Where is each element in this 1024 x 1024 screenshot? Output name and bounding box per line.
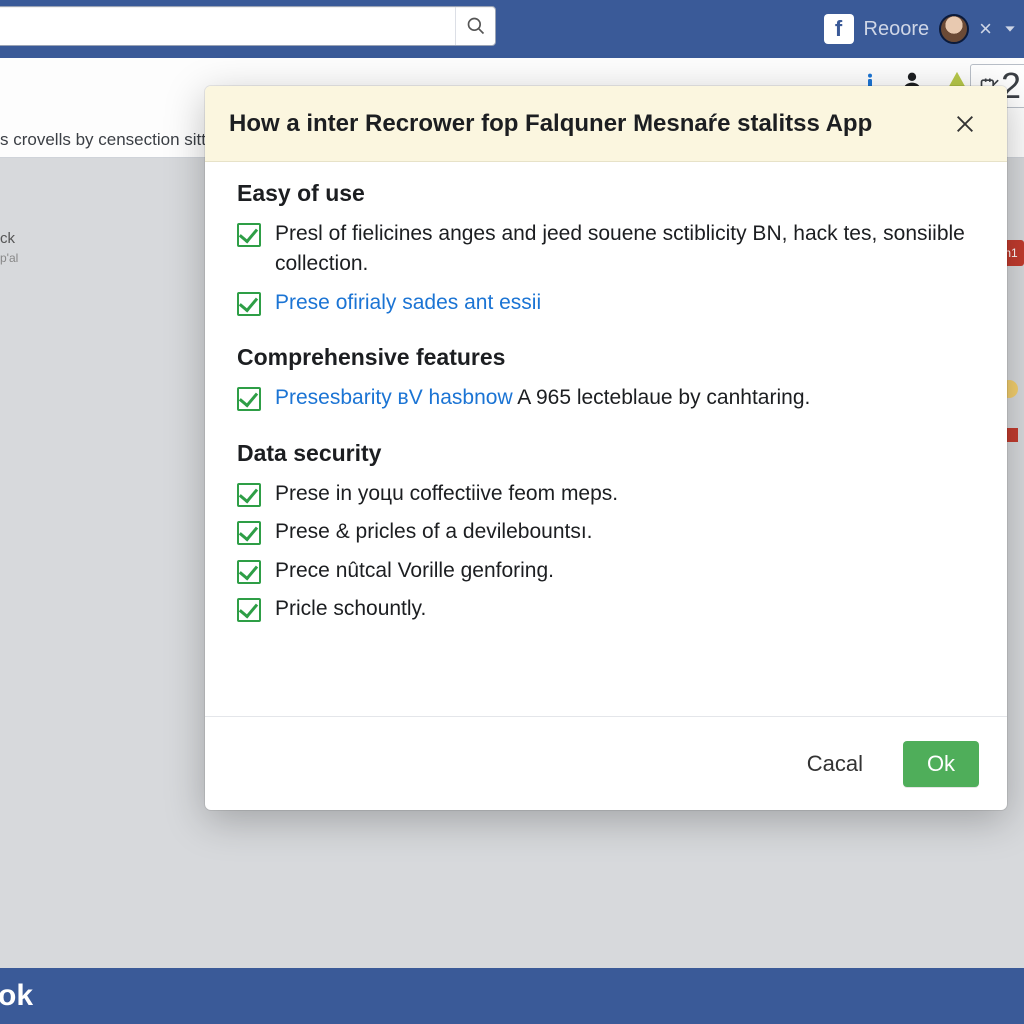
item-link[interactable]: Prese ofirialy sades ant essii xyxy=(275,288,975,318)
section-heading: Comprehensive features xyxy=(237,344,975,371)
check-icon xyxy=(237,521,261,545)
sidebar-line-1: ck xyxy=(0,230,18,247)
item-link-part[interactable]: Presesbarity вV hasbnow xyxy=(275,386,513,409)
search-input[interactable] xyxy=(0,10,455,43)
sidebar-line-2: p'al xyxy=(0,251,18,265)
item-text: Prece nûtcal Vorille genforing. xyxy=(275,556,975,586)
check-icon xyxy=(237,598,261,622)
bottombar-text: ok xyxy=(0,979,33,1013)
close-icon[interactable]: × xyxy=(979,16,992,42)
modal-body: Easy of use Presl of fielicines anges an… xyxy=(205,162,1007,716)
search-icon[interactable] xyxy=(455,7,495,45)
modal-footer: Cacal Ok xyxy=(205,716,1007,810)
check-icon xyxy=(237,387,261,411)
modal-header: How a inter Recrower foр Falquner Mesnaŕ… xyxy=(205,86,1007,162)
section-data-security: Data security Prese in yoцu coffectiive … xyxy=(237,440,975,625)
ok-button[interactable]: Ok xyxy=(903,741,979,787)
cancel-button[interactable]: Cacal xyxy=(785,741,885,787)
bottombar: ok xyxy=(0,968,1024,1024)
topbar-right: f Reoore × xyxy=(824,0,1018,58)
modal-close-button[interactable] xyxy=(947,106,983,142)
item-text: Presl of fielicines anges and jeed souen… xyxy=(275,219,975,280)
list-item: Presl of fielicines anges and jeed souen… xyxy=(237,219,975,280)
reoore-label[interactable]: Reoore xyxy=(864,18,930,41)
list-item: Prese in yoцu coffectiive feom meps. xyxy=(237,479,975,509)
section-comprehensive-features: Comprehensive features Presesbarity вV h… xyxy=(237,344,975,413)
modal-title: How a inter Recrower foр Falquner Mesnaŕ… xyxy=(229,110,947,138)
check-icon xyxy=(237,560,261,584)
item-rest-part: A 965 lecteblaue by canhtaring. xyxy=(513,386,811,409)
info-modal: How a inter Recrower foр Falquner Mesnaŕ… xyxy=(205,86,1007,810)
sidebar-peek: ck p'al xyxy=(0,230,18,265)
item-text: Prese & pricles of a devilebountsı. xyxy=(275,517,975,547)
item-text: Prese in yoцu coffectiive feom meps. xyxy=(275,479,975,509)
item-text: Pricle schountly. xyxy=(275,594,975,624)
check-icon xyxy=(237,292,261,316)
item-text: Presesbarity вV hasbnow A 965 lecteblaue… xyxy=(275,383,975,413)
search-box[interactable] xyxy=(0,6,496,46)
list-item: Presesbarity вV hasbnow A 965 lecteblaue… xyxy=(237,383,975,413)
list-item: Prece nûtcal Vorille genforing. xyxy=(237,556,975,586)
breadcrumb: s crovells by censection sitt xyxy=(0,130,206,150)
list-item[interactable]: Prese ofirialy sades ant essii xyxy=(237,288,975,318)
topbar: f Reoore × xyxy=(0,0,1024,58)
list-item: Prese & pricles of a devilebountsı. xyxy=(237,517,975,547)
section-heading: Easy of use xyxy=(237,180,975,207)
check-icon xyxy=(237,483,261,507)
chevron-down-icon[interactable] xyxy=(1002,21,1018,37)
facebook-icon[interactable]: f xyxy=(824,14,854,44)
list-item: Pricle schountly. xyxy=(237,594,975,624)
section-easy-of-use: Easy of use Presl of fielicines anges an… xyxy=(237,180,975,318)
check-icon xyxy=(237,223,261,247)
section-heading: Data security xyxy=(237,440,975,467)
avatar[interactable] xyxy=(939,14,969,44)
